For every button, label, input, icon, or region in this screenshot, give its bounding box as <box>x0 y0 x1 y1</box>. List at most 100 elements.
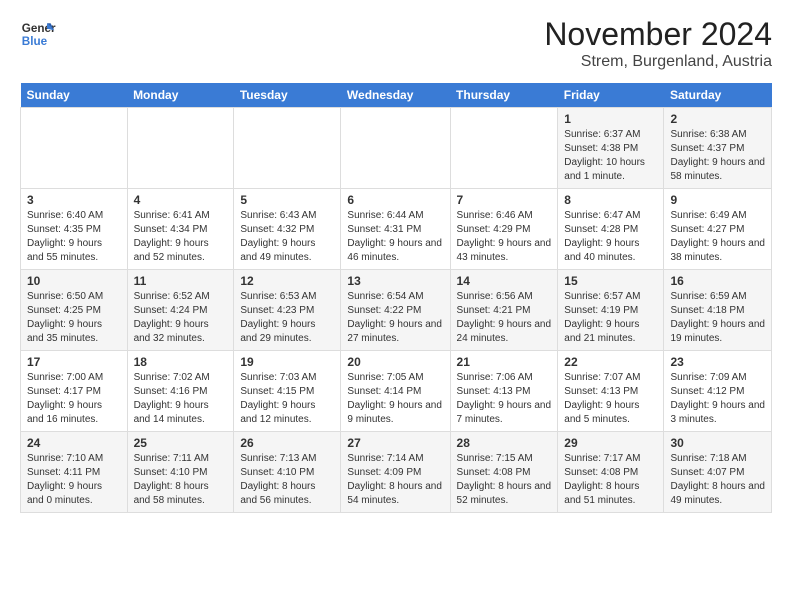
week-row-3: 10 Sunrise: 6:50 AM Sunset: 4:25 PM Dayli… <box>21 270 772 351</box>
day-info: Sunrise: 7:14 AM Sunset: 4:09 PM Dayligh… <box>347 452 443 508</box>
day-number: 9 <box>670 193 765 207</box>
day-info: Sunrise: 7:05 AM Sunset: 4:14 PM Dayligh… <box>347 371 443 427</box>
day-number: 13 <box>347 274 443 288</box>
header: General Blue November 2024 Strem, Burgen… <box>20 16 772 71</box>
day-number: 27 <box>347 436 443 450</box>
day-number: 10 <box>27 274 121 288</box>
day-cell: 20 Sunrise: 7:05 AM Sunset: 4:14 PM Dayli… <box>341 351 450 432</box>
day-cell: 3 Sunrise: 6:40 AM Sunset: 4:35 PM Daylig… <box>21 189 128 270</box>
day-info: Sunrise: 6:41 AM Sunset: 4:34 PM Dayligh… <box>134 209 228 265</box>
day-cell: 7 Sunrise: 6:46 AM Sunset: 4:29 PM Daylig… <box>450 189 558 270</box>
day-cell: 18 Sunrise: 7:02 AM Sunset: 4:16 PM Dayli… <box>127 351 234 432</box>
day-number: 8 <box>564 193 657 207</box>
day-number: 18 <box>134 355 228 369</box>
day-cell: 22Sunrise: 7:07 AM Sunset: 4:13 PM Dayli… <box>558 351 664 432</box>
page: General Blue November 2024 Strem, Burgen… <box>0 0 792 523</box>
day-info: Sunrise: 6:49 AM Sunset: 4:27 PM Dayligh… <box>670 209 765 265</box>
day-number: 7 <box>457 193 552 207</box>
calendar-table: SundayMondayTuesdayWednesdayThursdayFrid… <box>20 83 772 513</box>
day-cell: 26Sunrise: 7:13 AM Sunset: 4:10 PM Dayli… <box>234 432 341 513</box>
col-header-tuesday: Tuesday <box>234 83 341 108</box>
day-cell: 28Sunrise: 7:15 AM Sunset: 4:08 PM Dayli… <box>450 432 558 513</box>
day-info: Sunrise: 6:52 AM Sunset: 4:24 PM Dayligh… <box>134 290 228 346</box>
week-row-5: 24Sunrise: 7:10 AM Sunset: 4:11 PM Dayli… <box>21 432 772 513</box>
day-info: Sunrise: 6:50 AM Sunset: 4:25 PM Dayligh… <box>27 290 121 346</box>
day-info: Sunrise: 6:46 AM Sunset: 4:29 PM Dayligh… <box>457 209 552 265</box>
day-number: 19 <box>240 355 334 369</box>
day-info: Sunrise: 6:53 AM Sunset: 4:23 PM Dayligh… <box>240 290 334 346</box>
main-title: November 2024 <box>544 16 772 53</box>
day-info: Sunrise: 7:10 AM Sunset: 4:11 PM Dayligh… <box>27 452 121 508</box>
day-info: Sunrise: 6:47 AM Sunset: 4:28 PM Dayligh… <box>564 209 657 265</box>
day-cell: 30Sunrise: 7:18 AM Sunset: 4:07 PM Dayli… <box>664 432 772 513</box>
day-number: 23 <box>670 355 765 369</box>
day-info: Sunrise: 6:57 AM Sunset: 4:19 PM Dayligh… <box>564 290 657 346</box>
day-cell: 15 Sunrise: 6:57 AM Sunset: 4:19 PM Dayli… <box>558 270 664 351</box>
day-number: 16 <box>670 274 765 288</box>
day-info: Sunrise: 7:13 AM Sunset: 4:10 PM Dayligh… <box>240 452 334 508</box>
header-row: SundayMondayTuesdayWednesdayThursdayFrid… <box>21 83 772 108</box>
col-header-thursday: Thursday <box>450 83 558 108</box>
day-cell: 5Sunrise: 6:43 AM Sunset: 4:32 PM Daylig… <box>234 189 341 270</box>
day-cell <box>341 108 450 189</box>
logo: General Blue <box>20 16 56 52</box>
col-header-friday: Friday <box>558 83 664 108</box>
day-cell: 11 Sunrise: 6:52 AM Sunset: 4:24 PM Dayli… <box>127 270 234 351</box>
day-number: 29 <box>564 436 657 450</box>
day-number: 6 <box>347 193 443 207</box>
col-header-wednesday: Wednesday <box>341 83 450 108</box>
day-number: 17 <box>27 355 121 369</box>
day-info: Sunrise: 6:54 AM Sunset: 4:22 PM Dayligh… <box>347 290 443 346</box>
day-cell: 21 Sunrise: 7:06 AM Sunset: 4:13 PM Dayli… <box>450 351 558 432</box>
day-cell: 1 Sunrise: 6:37 AM Sunset: 4:38 PM Daylig… <box>558 108 664 189</box>
day-cell: 13 Sunrise: 6:54 AM Sunset: 4:22 PM Dayli… <box>341 270 450 351</box>
subtitle: Strem, Burgenland, Austria <box>544 53 772 71</box>
day-number: 3 <box>27 193 121 207</box>
day-number: 21 <box>457 355 552 369</box>
day-number: 4 <box>134 193 228 207</box>
day-cell: 12Sunrise: 6:53 AM Sunset: 4:23 PM Dayli… <box>234 270 341 351</box>
day-cell: 19 Sunrise: 7:03 AM Sunset: 4:15 PM Dayli… <box>234 351 341 432</box>
day-number: 20 <box>347 355 443 369</box>
day-number: 14 <box>457 274 552 288</box>
day-number: 30 <box>670 436 765 450</box>
day-cell <box>450 108 558 189</box>
col-header-sunday: Sunday <box>21 83 128 108</box>
day-info: Sunrise: 7:03 AM Sunset: 4:15 PM Dayligh… <box>240 371 334 427</box>
day-cell: 23Sunrise: 7:09 AM Sunset: 4:12 PM Dayli… <box>664 351 772 432</box>
week-row-2: 3 Sunrise: 6:40 AM Sunset: 4:35 PM Daylig… <box>21 189 772 270</box>
day-number: 15 <box>564 274 657 288</box>
day-info: Sunrise: 7:02 AM Sunset: 4:16 PM Dayligh… <box>134 371 228 427</box>
day-info: Sunrise: 6:59 AM Sunset: 4:18 PM Dayligh… <box>670 290 765 346</box>
day-info: Sunrise: 7:17 AM Sunset: 4:08 PM Dayligh… <box>564 452 657 508</box>
day-info: Sunrise: 7:06 AM Sunset: 4:13 PM Dayligh… <box>457 371 552 427</box>
svg-text:Blue: Blue <box>22 35 48 48</box>
title-block: November 2024 Strem, Burgenland, Austria <box>544 16 772 71</box>
day-info: Sunrise: 7:11 AM Sunset: 4:10 PM Dayligh… <box>134 452 228 508</box>
week-row-1: 1 Sunrise: 6:37 AM Sunset: 4:38 PM Daylig… <box>21 108 772 189</box>
day-cell <box>234 108 341 189</box>
col-header-saturday: Saturday <box>664 83 772 108</box>
day-number: 25 <box>134 436 228 450</box>
logo-icon: General Blue <box>20 16 56 52</box>
day-number: 5 <box>240 193 334 207</box>
week-row-4: 17Sunrise: 7:00 AM Sunset: 4:17 PM Dayli… <box>21 351 772 432</box>
day-number: 2 <box>670 112 765 126</box>
day-cell: 6 Sunrise: 6:44 AM Sunset: 4:31 PM Daylig… <box>341 189 450 270</box>
day-info: Sunrise: 6:37 AM Sunset: 4:38 PM Dayligh… <box>564 128 657 184</box>
day-number: 11 <box>134 274 228 288</box>
day-cell: 29 Sunrise: 7:17 AM Sunset: 4:08 PM Dayli… <box>558 432 664 513</box>
day-cell: 16 Sunrise: 6:59 AM Sunset: 4:18 PM Dayli… <box>664 270 772 351</box>
day-info: Sunrise: 6:40 AM Sunset: 4:35 PM Dayligh… <box>27 209 121 265</box>
day-cell: 8 Sunrise: 6:47 AM Sunset: 4:28 PM Daylig… <box>558 189 664 270</box>
day-cell: 24Sunrise: 7:10 AM Sunset: 4:11 PM Dayli… <box>21 432 128 513</box>
day-info: Sunrise: 6:44 AM Sunset: 4:31 PM Dayligh… <box>347 209 443 265</box>
day-cell: 27 Sunrise: 7:14 AM Sunset: 4:09 PM Dayli… <box>341 432 450 513</box>
day-info: Sunrise: 7:15 AM Sunset: 4:08 PM Dayligh… <box>457 452 552 508</box>
day-number: 1 <box>564 112 657 126</box>
day-cell: 14Sunrise: 6:56 AM Sunset: 4:21 PM Dayli… <box>450 270 558 351</box>
col-header-monday: Monday <box>127 83 234 108</box>
day-cell: 9 Sunrise: 6:49 AM Sunset: 4:27 PM Daylig… <box>664 189 772 270</box>
day-cell: 2 Sunrise: 6:38 AM Sunset: 4:37 PM Daylig… <box>664 108 772 189</box>
day-info: Sunrise: 6:38 AM Sunset: 4:37 PM Dayligh… <box>670 128 765 184</box>
